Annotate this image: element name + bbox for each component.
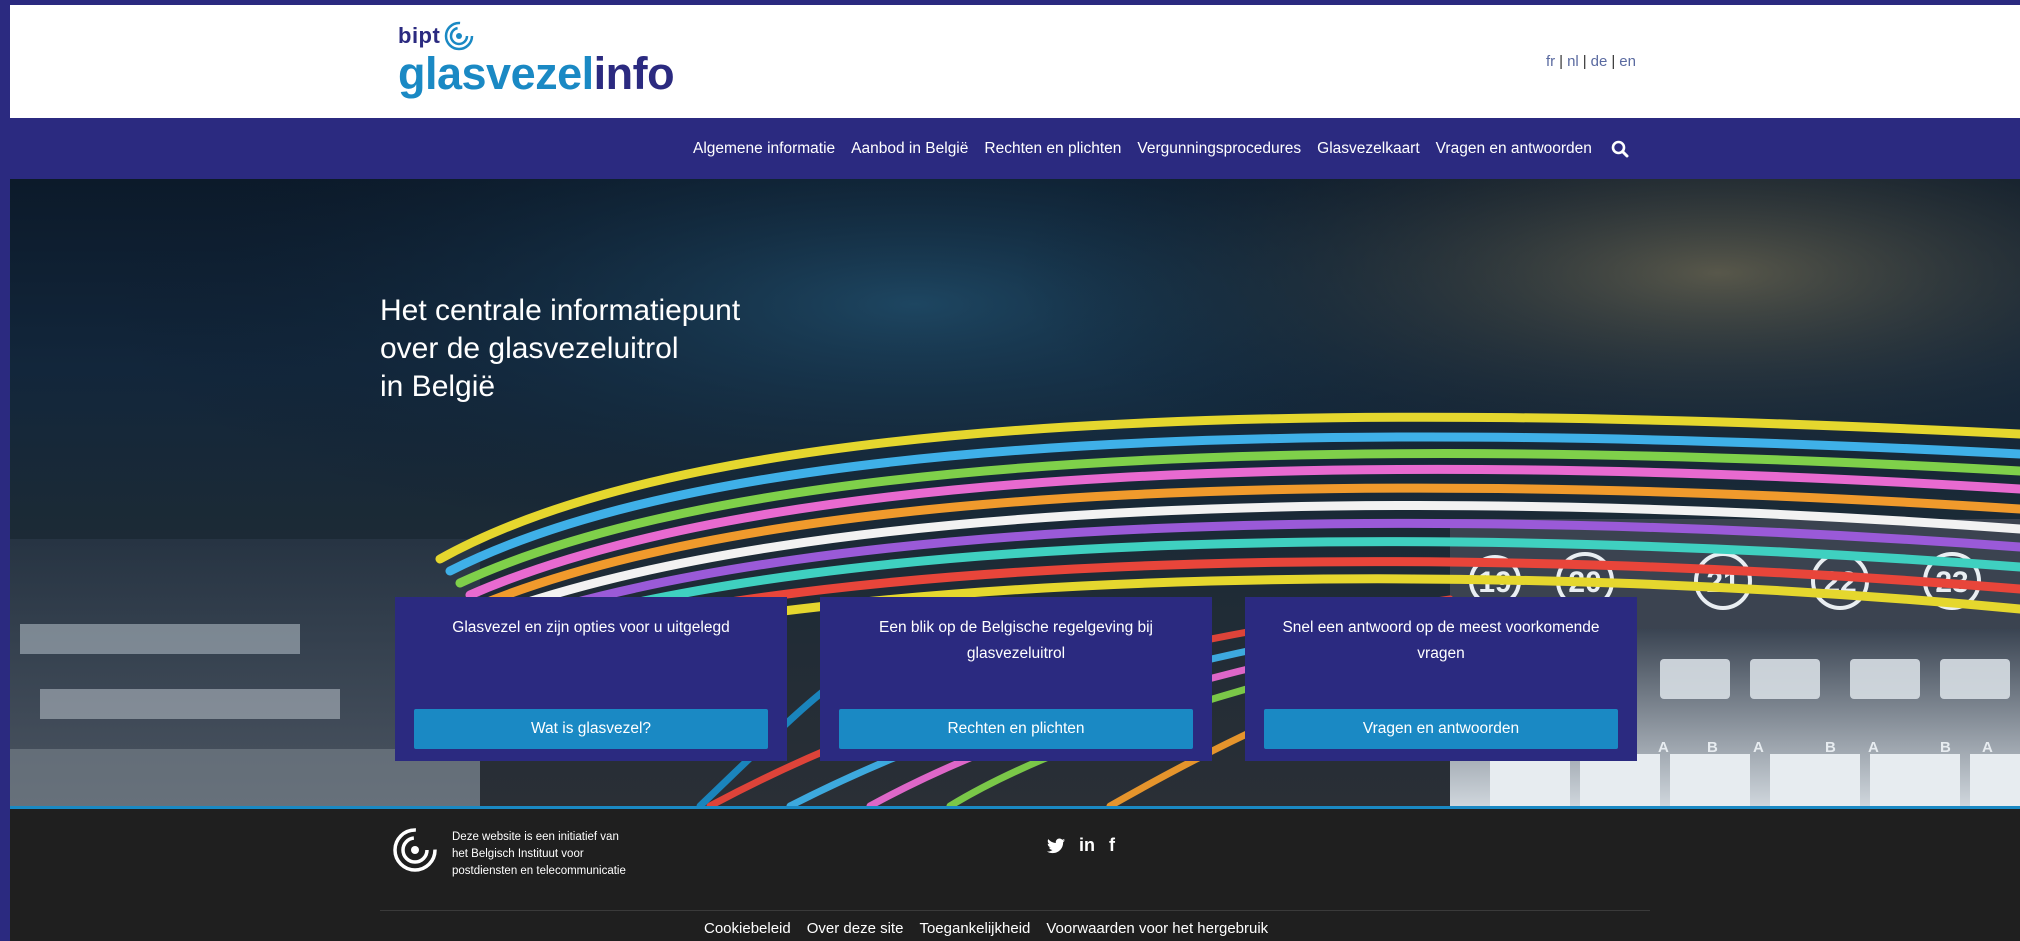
linkedin-icon[interactable]: in (1079, 835, 1095, 856)
footer-link-over-deze-site[interactable]: Over deze site (807, 920, 904, 937)
vragen-en-antwoorden-button[interactable]: Vragen en antwoorden (1264, 709, 1618, 749)
site-header: bipt glasvezelinfo fr | nl | de | en (10, 5, 2020, 118)
initiative-line: Deze website is een initiatief van (452, 831, 619, 843)
hero-banner: 19 20 21 22 23 A B A B A B A Het central… (10, 179, 2020, 806)
nav-algemene-informatie[interactable]: Algemene informatie (693, 140, 835, 158)
card-text: Glasvezel en zijn opties voor u uitgeleg… (452, 619, 730, 636)
footer-links: Cookiebeleid Over deze site Toegankelijk… (704, 920, 1268, 937)
port-letter: A (1658, 739, 1669, 756)
search-icon[interactable] (1610, 139, 1630, 159)
site-footer: Deze website is een initiatief van het B… (10, 809, 2020, 941)
wat-is-glasvezel-button[interactable]: Wat is glasvezel? (414, 709, 768, 749)
footer-link-cookiebeleid[interactable]: Cookiebeleid (704, 920, 791, 937)
facebook-icon[interactable]: f (1109, 835, 1115, 856)
page: bipt glasvezelinfo fr | nl | de | en Algemene … (10, 5, 2020, 941)
hero-title: Het centrale informatiepunt over de glas… (380, 292, 880, 406)
hero-title-line: over de glasvezeluitrol (380, 332, 679, 365)
twitter-icon[interactable] (1047, 838, 1065, 854)
card-text: Snel een antwoord op de meest voorkomend… (1282, 619, 1600, 662)
nav-glasvezelkaart[interactable]: Glasvezelkaart (1317, 140, 1420, 158)
social-links: in f (1047, 835, 1115, 856)
site-logo[interactable]: bipt glasvezelinfo (398, 21, 675, 99)
footer-link-voorwaarden[interactable]: Voorwaarden voor het hergebruik (1046, 920, 1268, 937)
lang-en[interactable]: en (1619, 53, 1636, 70)
info-card-regelgeving: Een blik op de Belgische regelgeving bij… (820, 597, 1212, 761)
initiative-line: het Belgisch Instituut voor (452, 848, 584, 860)
logo-bipt-text: bipt (398, 23, 441, 48)
lang-nl[interactable]: nl (1567, 53, 1579, 70)
bipt-swirl-icon (445, 21, 474, 51)
rechten-en-plichten-button[interactable]: Rechten en plichten (839, 709, 1193, 749)
footer-link-toegankelijkheid[interactable]: Toegankelijkheid (919, 920, 1030, 937)
info-card-vragen: Snel een antwoord op de meest voorkomend… (1245, 597, 1637, 761)
card-text: Een blik op de Belgische regelgeving bij… (878, 619, 1153, 662)
hero-title-line: Het centrale informatiepunt (380, 294, 741, 327)
port-letter: B (1940, 739, 1951, 756)
logo-glas: glasvezel (398, 48, 594, 99)
nav-vragen-en-antwoorden[interactable]: Vragen en antwoorden (1436, 140, 1592, 158)
port-letter: B (1825, 739, 1836, 756)
footer-initiative-text: Deze website is een initiatief van het B… (452, 829, 626, 880)
port-letter: A (1982, 739, 1993, 756)
nav-vergunningsprocedures[interactable]: Vergunningsprocedures (1137, 140, 1301, 158)
language-switcher: fr | nl | de | en (1546, 53, 1636, 70)
nav-rechten-en-plichten[interactable]: Rechten en plichten (984, 140, 1121, 158)
initiative-line: postdiensten en telecommunicatie (452, 865, 626, 877)
logo-info: info (593, 48, 675, 99)
main-nav: Algemene informatie Aanbod in België Rec… (10, 118, 2020, 179)
port-letter: A (1753, 739, 1764, 756)
nav-aanbod-in-belgie[interactable]: Aanbod in België (851, 140, 968, 158)
logo-wordmark: glasvezelinfo (398, 48, 675, 99)
footer-divider (380, 910, 1650, 911)
bipt-logo-icon[interactable] (392, 827, 438, 873)
lang-de[interactable]: de (1591, 53, 1608, 70)
lang-fr[interactable]: fr (1546, 53, 1555, 70)
port-letter: A (1868, 739, 1879, 756)
hero-title-line: in België (380, 370, 496, 403)
port-letter: B (1707, 739, 1718, 756)
info-card-glasvezel: Glasvezel en zijn opties voor u uitgeleg… (395, 597, 787, 761)
